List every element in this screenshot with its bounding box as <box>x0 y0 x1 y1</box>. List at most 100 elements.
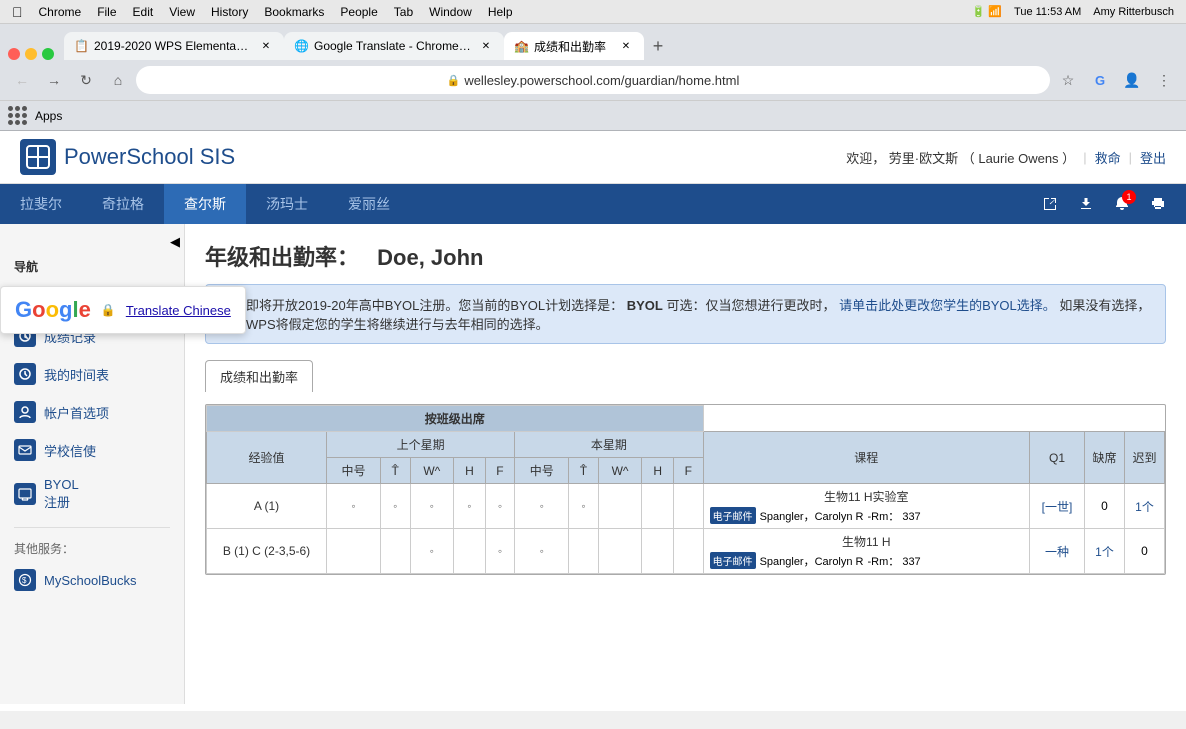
url-text: wellesley.powerschool.com/guardian/home.… <box>464 73 739 88</box>
attendance-table-wrap: 按班级出席 经验值 上个星期 本星期 课程 Q1 缺席 迟到 中号 <box>205 404 1166 575</box>
menu-tab[interactable]: Tab <box>394 5 413 19</box>
datetime: Tue 11:53 AM <box>1014 6 1081 18</box>
q1-cell-2[interactable]: 一种 <box>1030 529 1085 574</box>
table-row: B (1) C (2-3,5-6) ◦ ◦ ◦ <box>207 529 1165 574</box>
lw-fri-1: ◦ <box>485 484 515 529</box>
menu-window[interactable]: Window <box>429 5 472 19</box>
late-cell-2: 0 <box>1125 529 1165 574</box>
download-icon[interactable] <box>1070 188 1102 220</box>
byol-banner: 📋 即将开放2019-20年高中BYOL注册。您当前的BYOL计划选择是： BY… <box>205 284 1166 344</box>
menu-file[interactable]: File <box>97 5 116 19</box>
lw-mon-2 <box>327 529 381 574</box>
logout-link[interactable]: 登出 <box>1140 148 1166 167</box>
sidebar-item-schoolmail[interactable]: 学校信使 <box>0 431 184 469</box>
email-button-2[interactable]: 电子邮件 <box>710 552 756 569</box>
late-cell-1[interactable]: 1个 <box>1125 484 1165 529</box>
tab-2-title: Google Translate - Chrome We... <box>314 39 472 53</box>
sidebar-item-prefs[interactable]: 帐户首选项 <box>0 393 184 431</box>
menu-people[interactable]: People <box>340 5 377 19</box>
page-wrapper: Google 🔒 Translate Chinese PowerSchool S… <box>0 131 1186 711</box>
sidebar-collapse[interactable]: ◀ <box>0 234 184 250</box>
menu-view[interactable]: View <box>169 5 195 19</box>
tab-2-favicon: 🌐 <box>294 39 308 53</box>
help-link[interactable]: 救命 <box>1095 148 1121 167</box>
home-button[interactable]: ⌂ <box>104 66 132 94</box>
svg-text:$: $ <box>22 576 27 585</box>
menu-help[interactable]: Help <box>488 5 513 19</box>
sidebar-byol-label: BYOL注册 <box>44 477 79 511</box>
this-week-header: 本星期 <box>515 432 703 458</box>
minimize-window-button[interactable] <box>25 48 37 60</box>
header-divider2: | <box>1129 150 1132 165</box>
url-bar[interactable]: 🔒 wellesley.powerschool.com/guardian/hom… <box>136 66 1050 94</box>
translate-link[interactable]: Translate Chinese <box>126 303 231 318</box>
apps-grid-icon[interactable] <box>8 106 27 125</box>
back-button[interactable]: ← <box>8 66 36 94</box>
tab-1-close[interactable]: ✕ <box>258 38 274 54</box>
maximize-window-button[interactable] <box>42 48 54 60</box>
tab-1[interactable]: 📋 2019-2020 WPS Elementary H... ✕ <box>64 32 284 60</box>
forward-button[interactable]: → <box>40 66 68 94</box>
student-name: Doe, John <box>377 245 483 270</box>
lw-mon-1: ◦ <box>327 484 381 529</box>
main-content: 年级和出勤率： Doe, John 📋 即将开放2019-20年高中BYOL注册… <box>185 224 1186 704</box>
sidebar-item-timetable[interactable]: 我的时间表 <box>0 355 184 393</box>
lw-thu-1: ◦ <box>454 484 486 529</box>
menu-chrome[interactable]: Chrome <box>39 5 82 19</box>
tab-3-favicon: 🏫 <box>514 39 528 53</box>
tw-mon-2: ◦ <box>515 529 569 574</box>
byol-change-link[interactable]: 请单击此处更改您学生的BYOL选择。 <box>839 298 1056 313</box>
external-link-icon[interactable] <box>1034 188 1066 220</box>
tw-fri-header: F <box>673 458 703 484</box>
tab-3-title: 成绩和出勤率 <box>534 38 612 55</box>
menu-history[interactable]: History <box>211 5 248 19</box>
student-tab-qilag[interactable]: 奇拉格 <box>82 184 164 224</box>
menu-dots-button[interactable]: ⋮ <box>1150 66 1178 94</box>
ps-header-right: 欢迎， 劳里·欧文斯 （ Laurie Owens ） | 救命 | 登出 <box>846 148 1166 167</box>
grades-attendance-tab[interactable]: 成绩和出勤率 <box>205 360 313 392</box>
lw-wed-2: ◦ <box>410 529 454 574</box>
menu-edit[interactable]: Edit <box>133 5 154 19</box>
timetable-icon <box>14 363 36 385</box>
tw-wed-header: W^ <box>598 458 642 484</box>
tw-mon-header: 中号 <box>515 458 569 484</box>
os-bar-left:  Chrome File Edit View History Bookmark… <box>12 4 513 20</box>
student-tab-chaersi[interactable]: 查尔斯 <box>164 184 246 224</box>
menu-bookmarks[interactable]: Bookmarks <box>264 5 324 19</box>
tab-3[interactable]: 🏫 成绩和出勤率 ✕ <box>504 32 644 60</box>
translate-popup[interactable]: Google 🔒 Translate Chinese <box>0 286 246 334</box>
period-col-header: 经验值 <box>207 432 327 484</box>
print-icon[interactable] <box>1142 188 1174 220</box>
absent-cell-2[interactable]: 1个 <box>1085 529 1125 574</box>
header-divider: | <box>1083 150 1086 165</box>
sidebar-item-byol[interactable]: BYOL注册 <box>0 469 184 519</box>
close-window-button[interactable] <box>8 48 20 60</box>
page-title: 年级和出勤率： Doe, John <box>205 240 1166 272</box>
tab-2-close[interactable]: ✕ <box>478 38 494 54</box>
tab-3-close[interactable]: ✕ <box>618 38 634 54</box>
ps-logo-icon <box>20 139 56 175</box>
bookmark-button[interactable]: ☆ <box>1054 66 1082 94</box>
email-button-1[interactable]: 电子邮件 <box>710 507 756 524</box>
student-tab-ailis[interactable]: 爱丽丝 <box>328 184 410 224</box>
reload-button[interactable]: ↻ <box>72 66 100 94</box>
sidebar-other-title: 其他服务： <box>0 536 184 561</box>
apple-menu[interactable]:  <box>12 4 23 20</box>
student-tab-tangmas[interactable]: 汤玛士 <box>246 184 328 224</box>
system-icons: 🔋 📶 <box>972 5 1002 18</box>
translate-icon[interactable]: G <box>1086 66 1114 94</box>
ps-header: PowerSchool SIS 欢迎， 劳里·欧文斯 （ Laurie Owen… <box>0 131 1186 184</box>
tw-tue-1: ◦ <box>569 484 599 529</box>
tab-2[interactable]: 🌐 Google Translate - Chrome We... ✕ <box>284 32 504 60</box>
q1-cell-1[interactable]: [一世] <box>1030 484 1085 529</box>
profile-button[interactable]: 👤 <box>1118 66 1146 94</box>
notification-icon[interactable]: 1 <box>1106 188 1138 220</box>
tw-fri-1 <box>673 484 703 529</box>
prefs-icon <box>14 401 36 423</box>
tw-tue-2 <box>569 529 599 574</box>
student-tab-lazier[interactable]: 拉斐尔 <box>0 184 82 224</box>
sidebar-item-myschoolbucks[interactable]: $ MySchoolBucks <box>0 561 184 599</box>
new-tab-button[interactable]: + <box>644 32 672 60</box>
tw-thu-1 <box>642 484 674 529</box>
tw-wed-1 <box>598 484 642 529</box>
